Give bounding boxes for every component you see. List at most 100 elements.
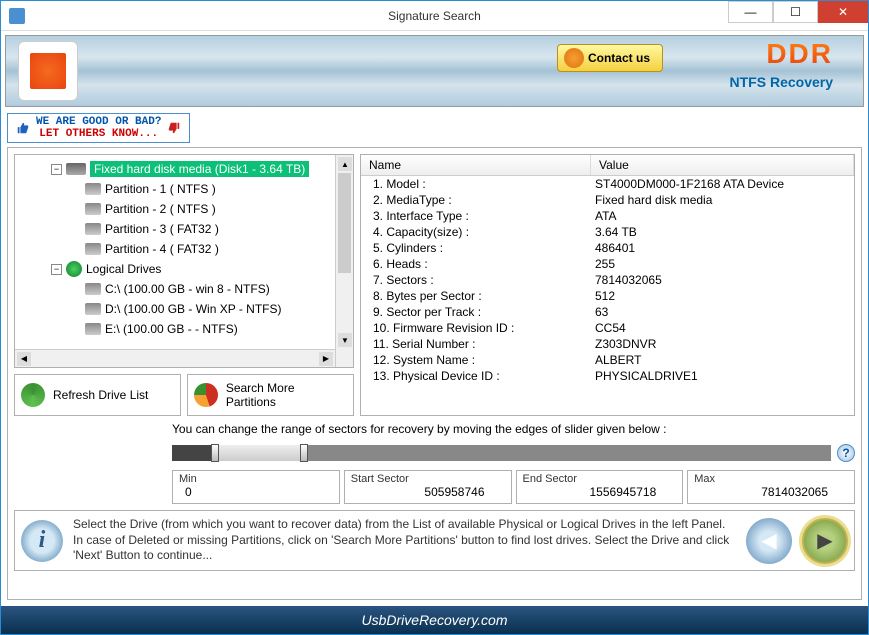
disk-icon bbox=[66, 163, 86, 175]
next-button[interactable]: ▶ bbox=[802, 518, 848, 564]
prop-name: 1. Model : bbox=[361, 177, 591, 191]
prop-name: 11. Serial Number : bbox=[361, 337, 591, 351]
prop-value: ALBERT bbox=[591, 353, 854, 367]
prop-name: 4. Capacity(size) : bbox=[361, 225, 591, 239]
info-icon: i bbox=[21, 520, 63, 562]
table-row[interactable]: 3. Interface Type :ATA bbox=[361, 208, 854, 224]
tree-item-label: Partition - 3 ( FAT32 ) bbox=[105, 222, 219, 236]
prop-value: 7814032065 bbox=[591, 273, 854, 287]
tree-row[interactable]: D:\ (100.00 GB - Win XP - NTFS) bbox=[19, 299, 349, 319]
prop-name: 7. Sectors : bbox=[361, 273, 591, 287]
prop-name: 6. Heads : bbox=[361, 257, 591, 271]
sector-range-slider[interactable] bbox=[172, 445, 831, 461]
search-more-partitions-button[interactable]: Search More Partitions bbox=[187, 374, 354, 416]
close-button[interactable]: ✕ bbox=[818, 1, 868, 23]
tree-row[interactable]: Partition - 2 ( NTFS ) bbox=[19, 199, 349, 219]
tree-row[interactable]: C:\ (100.00 GB - win 8 - NTFS) bbox=[19, 279, 349, 299]
help-icon[interactable]: ? bbox=[837, 444, 855, 462]
start-sector-label: Start Sector bbox=[351, 473, 505, 485]
prop-name: 9. Sector per Track : bbox=[361, 305, 591, 319]
partition-icon bbox=[85, 223, 101, 235]
slider-handle-start[interactable] bbox=[211, 444, 219, 462]
prop-name: 13. Physical Device ID : bbox=[361, 369, 591, 383]
thumbs-down-icon bbox=[167, 121, 181, 135]
prop-name: 2. MediaType : bbox=[361, 193, 591, 207]
feedback-button[interactable]: WE ARE GOOD OR BAD? LET OTHERS KNOW... bbox=[7, 113, 190, 143]
table-row[interactable]: 7. Sectors :7814032065 bbox=[361, 272, 854, 288]
minimize-button[interactable]: — bbox=[728, 1, 773, 23]
refresh-drive-list-button[interactable]: Refresh Drive List bbox=[14, 374, 181, 416]
drive-icon bbox=[85, 283, 101, 295]
table-row[interactable]: 8. Bytes per Sector :512 bbox=[361, 288, 854, 304]
partition-icon bbox=[85, 203, 101, 215]
tree-row[interactable]: Partition - 4 ( FAT32 ) bbox=[19, 239, 349, 259]
prop-name: 8. Bytes per Sector : bbox=[361, 289, 591, 303]
titlebar: Signature Search — ☐ ✕ bbox=[1, 1, 868, 31]
prop-name: 5. Cylinders : bbox=[361, 241, 591, 255]
slider-handle-end[interactable] bbox=[300, 444, 308, 462]
partition-icon bbox=[85, 243, 101, 255]
table-row[interactable]: 11. Serial Number :Z303DNVR bbox=[361, 336, 854, 352]
tree-item-label: Fixed hard disk media (Disk1 - 3.64 TB) bbox=[90, 161, 309, 177]
table-row[interactable]: 6. Heads :255 bbox=[361, 256, 854, 272]
info-text: Select the Drive (from which you want to… bbox=[73, 517, 736, 564]
scroll-thumb[interactable] bbox=[338, 173, 351, 273]
drive-tree[interactable]: − Fixed hard disk media (Disk1 - 3.64 TB)… bbox=[14, 154, 354, 368]
column-header-name[interactable]: Name bbox=[361, 155, 591, 175]
min-value: 0 bbox=[179, 485, 333, 499]
prop-value: 255 bbox=[591, 257, 854, 271]
drive-icon bbox=[85, 323, 101, 335]
product-logo bbox=[18, 41, 78, 101]
table-row[interactable]: 10. Firmware Revision ID :CC54 bbox=[361, 320, 854, 336]
table-row[interactable]: 2. MediaType :Fixed hard disk media bbox=[361, 192, 854, 208]
table-row[interactable]: 9. Sector per Track :63 bbox=[361, 304, 854, 320]
thumbs-up-icon bbox=[16, 121, 30, 135]
feedback-line1: WE ARE GOOD OR BAD? bbox=[36, 116, 161, 128]
column-header-value[interactable]: Value bbox=[591, 155, 854, 175]
vertical-scrollbar[interactable]: ▲ ▼ bbox=[335, 155, 353, 367]
tree-item-label: Partition - 4 ( FAT32 ) bbox=[105, 242, 219, 256]
horizontal-scrollbar[interactable]: ◀▶ bbox=[15, 349, 335, 367]
tree-row[interactable]: Partition - 1 ( NTFS ) bbox=[19, 179, 349, 199]
prop-value: Z303DNVR bbox=[591, 337, 854, 351]
tree-item-label: Partition - 2 ( NTFS ) bbox=[105, 202, 216, 216]
table-row[interactable]: 4. Capacity(size) :3.64 TB bbox=[361, 224, 854, 240]
tree-item-label: Partition - 1 ( NTFS ) bbox=[105, 182, 216, 196]
maximize-button[interactable]: ☐ bbox=[773, 1, 818, 23]
prop-name: 3. Interface Type : bbox=[361, 209, 591, 223]
tree-row[interactable]: − Fixed hard disk media (Disk1 - 3.64 TB) bbox=[19, 159, 349, 179]
contact-us-button[interactable]: Contact us bbox=[557, 44, 663, 72]
max-value: 7814032065 bbox=[694, 485, 848, 499]
end-sector-value: 1556945718 bbox=[523, 485, 677, 499]
refresh-label: Refresh Drive List bbox=[53, 388, 148, 402]
info-bar: i Select the Drive (from which you want … bbox=[14, 510, 855, 571]
logical-drives-icon bbox=[66, 261, 82, 277]
tree-row[interactable]: − Logical Drives bbox=[19, 259, 349, 279]
prop-value: ST4000DM000-1F2168 ATA Device bbox=[591, 177, 854, 191]
table-row[interactable]: 5. Cylinders :486401 bbox=[361, 240, 854, 256]
tree-item-label: C:\ (100.00 GB - win 8 - NTFS) bbox=[105, 282, 270, 296]
footer-url: UsbDriveRecovery.com bbox=[1, 606, 868, 634]
prop-name: 12. System Name : bbox=[361, 353, 591, 367]
table-row[interactable]: 12. System Name :ALBERT bbox=[361, 352, 854, 368]
collapse-icon[interactable]: − bbox=[51, 264, 62, 275]
brand-name: DDR bbox=[730, 40, 833, 68]
end-sector-box: End Sector 1556945718 bbox=[516, 470, 684, 504]
tree-item-label: D:\ (100.00 GB - Win XP - NTFS) bbox=[105, 302, 281, 316]
person-icon bbox=[564, 48, 584, 68]
back-button[interactable]: ◀ bbox=[746, 518, 792, 564]
collapse-icon[interactable]: − bbox=[51, 164, 62, 175]
refresh-icon bbox=[21, 383, 45, 407]
tree-item-label: Logical Drives bbox=[86, 262, 161, 276]
prop-value: ATA bbox=[591, 209, 854, 223]
drive-icon bbox=[85, 303, 101, 315]
start-sector-box: Start Sector 505958746 bbox=[344, 470, 512, 504]
table-row[interactable]: 1. Model :ST4000DM000-1F2168 ATA Device bbox=[361, 176, 854, 192]
table-row[interactable]: 13. Physical Device ID :PHYSICALDRIVE1 bbox=[361, 368, 854, 384]
prop-value: Fixed hard disk media bbox=[591, 193, 854, 207]
app-icon bbox=[9, 8, 25, 24]
tree-row[interactable]: Partition - 3 ( FAT32 ) bbox=[19, 219, 349, 239]
tree-row[interactable]: E:\ (100.00 GB - - NTFS) bbox=[19, 319, 349, 339]
prop-value: 486401 bbox=[591, 241, 854, 255]
max-label: Max bbox=[694, 473, 848, 485]
